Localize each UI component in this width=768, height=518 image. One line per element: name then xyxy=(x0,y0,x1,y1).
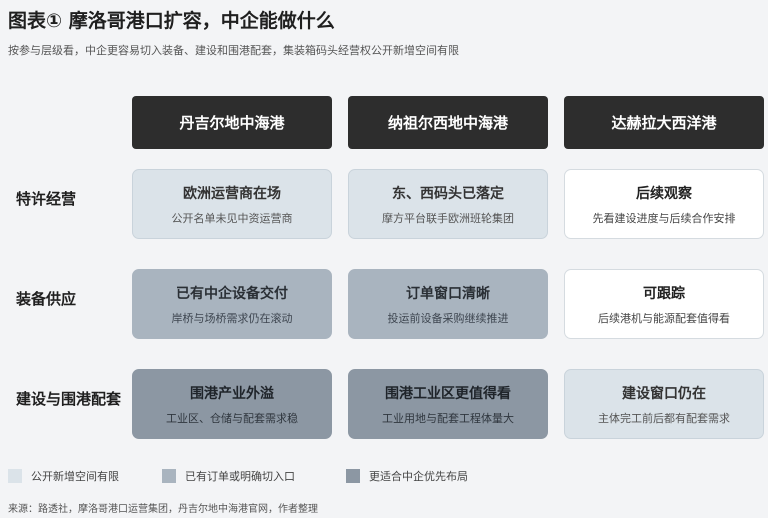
matrix-cell: 欧洲运营商在场 公开名单未见中资运营商 xyxy=(132,169,332,239)
matrix-cell: 围港工业区更值得看 工业用地与配套工程体量大 xyxy=(348,369,548,439)
legend-swatch xyxy=(162,469,176,483)
cell-subtitle: 工业用地与配套工程体量大 xyxy=(382,411,514,425)
cell-title: 欧洲运营商在场 xyxy=(183,185,281,202)
row-label-concession: 特许经营 xyxy=(16,190,77,208)
legend-item-priority: 更适合中企优先布局 xyxy=(346,468,468,484)
column-header-dakhla-atlantique: 达赫拉大西洋港 xyxy=(564,96,764,149)
cell-subtitle: 投运前设备采购继续推进 xyxy=(387,311,509,325)
legend-item-has-orders: 已有订单或明确切入口 xyxy=(162,468,295,484)
cell-title: 可跟踪 xyxy=(643,285,685,302)
legend-swatch xyxy=(346,469,360,483)
cell-title: 建设窗口仍在 xyxy=(622,385,706,402)
cell-subtitle: 后续港机与能源配套值得看 xyxy=(598,311,730,325)
cell-title: 东、西码头已落定 xyxy=(392,185,504,202)
cell-title: 后续观察 xyxy=(636,185,692,202)
matrix-cell: 订单窗口清晰 投运前设备采购继续推进 xyxy=(348,269,548,339)
cell-title: 订单窗口清晰 xyxy=(406,285,490,302)
column-header-nador-west-med: 纳祖尔西地中海港 xyxy=(348,96,548,149)
cell-title: 已有中企设备交付 xyxy=(176,285,288,302)
row-label-construction: 建设与围港配套 xyxy=(16,390,122,408)
matrix-cell: 已有中企设备交付 岸桥与场桥需求仍在滚动 xyxy=(132,269,332,339)
matrix-cell: 围港产业外溢 工业区、仓储与配套需求稳 xyxy=(132,369,332,439)
cell-subtitle: 先看建设进度与后续合作安排 xyxy=(592,211,736,225)
legend-item-open-limited: 公开新增空间有限 xyxy=(8,468,119,484)
cell-subtitle: 工业区、仓储与配套需求稳 xyxy=(166,411,298,425)
cell-title: 围港工业区更值得看 xyxy=(385,385,511,402)
chart-title: 图表① 摩洛哥港口扩容，中企能做什么 xyxy=(8,10,335,32)
cell-title: 围港产业外溢 xyxy=(190,385,274,402)
cell-subtitle: 摩方平台联手欧洲班轮集团 xyxy=(382,211,514,225)
legend-label: 已有订单或明确切入口 xyxy=(185,470,295,483)
matrix-cell: 东、西码头已落定 摩方平台联手欧洲班轮集团 xyxy=(348,169,548,239)
column-header-tanger-med: 丹吉尔地中海港 xyxy=(132,96,332,149)
matrix-cell: 后续观察 先看建设进度与后续合作安排 xyxy=(564,169,764,239)
legend-label: 更适合中企优先布局 xyxy=(369,470,468,483)
cell-subtitle: 主体完工前后都有配套需求 xyxy=(598,411,730,425)
matrix-cell: 可跟踪 后续港机与能源配套值得看 xyxy=(564,269,764,339)
legend-swatch xyxy=(8,469,22,483)
cell-subtitle: 岸桥与场桥需求仍在滚动 xyxy=(171,311,293,325)
matrix-cell: 建设窗口仍在 主体完工前后都有配套需求 xyxy=(564,369,764,439)
legend-label: 公开新增空间有限 xyxy=(31,470,119,483)
cell-subtitle: 公开名单未见中资运营商 xyxy=(171,211,293,225)
row-label-equipment: 装备供应 xyxy=(16,290,77,308)
chart-subtitle: 按参与层级看，中企更容易切入装备、建设和围港配套，集装箱码头经营权公开新增空间有… xyxy=(8,44,459,57)
source-note: 来源：路透社，摩洛哥港口运营集团，丹吉尔地中海港官网，作者整理 xyxy=(8,504,318,515)
